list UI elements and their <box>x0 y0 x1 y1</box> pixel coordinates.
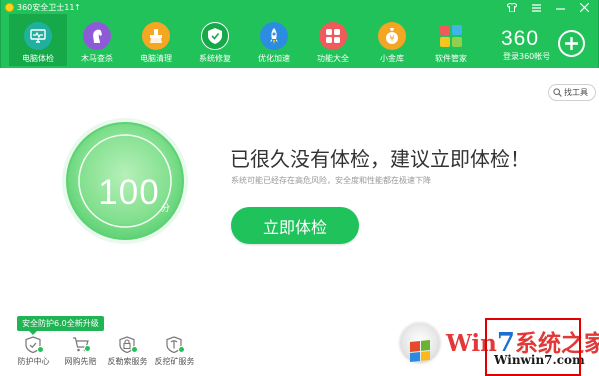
headline: 已很久没有体检，建议立即体检！ <box>230 147 530 171</box>
nav-label: 小金库 <box>380 54 404 63</box>
money-bag-icon: ¥ <box>378 22 406 50</box>
start-checkup-button[interactable]: 立即体检 <box>231 207 359 244</box>
nav-item-cleanup[interactable]: 电脑清理 <box>127 14 185 66</box>
nav-item-trojan-scan[interactable]: 木马查杀 <box>68 14 126 66</box>
status-dot-icon <box>130 346 138 353</box>
windows-logo-icon <box>400 323 440 363</box>
nav-label: 系统修复 <box>199 54 231 63</box>
shield-center-icon <box>24 336 44 354</box>
service-protection-center[interactable]: 防护中心 <box>10 336 57 367</box>
nav-label: 优化加速 <box>258 54 290 63</box>
service-label: 防护中心 <box>17 357 50 366</box>
nav-item-speedup[interactable]: 优化加速 <box>245 14 303 66</box>
find-tools-button[interactable]: 找工具 <box>548 84 596 101</box>
window-controls <box>500 0 596 15</box>
status-dot-icon <box>83 345 91 352</box>
app-logo-icon <box>5 3 14 12</box>
service-label: 网购先赔 <box>64 357 97 366</box>
risk-warning-text: 系统可能已经存在高危风险，安全度和性能都在极速下降 <box>231 176 431 185</box>
anti-ransom-icon <box>118 336 138 354</box>
service-shopping-guarantee[interactable]: 网购先赔 <box>57 336 104 367</box>
nav-item-system-repair[interactable]: 系统修复 <box>186 14 244 66</box>
nav-label: 功能大全 <box>317 54 349 63</box>
grid-icon <box>319 22 347 50</box>
broom-icon <box>142 22 170 50</box>
nav-item-checkup[interactable]: 电脑体检 <box>9 14 67 66</box>
top-header: 360安全卫士11 ↑ 电脑体检 木马查杀 电脑清理 系统修复 优化加速 功能大… <box>0 0 599 68</box>
shopping-guarantee-icon <box>72 336 91 354</box>
status-dot-icon <box>36 346 44 353</box>
nav-item-features[interactable]: 功能大全 <box>304 14 362 66</box>
upgrade-badge[interactable]: 安全防护6.0全新升级 <box>17 316 104 335</box>
service-bar: 防护中心 网购先赔 反勒索服务 反挖矿服务 <box>10 336 198 367</box>
shield-icon <box>201 22 229 50</box>
brand-360-logo: 360 <box>501 27 540 50</box>
service-anti-ransom[interactable]: 反勒索服务 <box>104 336 151 367</box>
close-icon[interactable] <box>572 0 596 15</box>
score-unit: 分 <box>161 204 171 214</box>
status-dot-icon <box>177 346 185 353</box>
app-title: 360安全卫士11 <box>17 3 75 12</box>
login-link[interactable]: 登录360帐号 <box>503 51 550 62</box>
service-anti-mining[interactable]: 反挖矿服务 <box>151 336 198 367</box>
nav-label: 电脑体检 <box>22 54 54 63</box>
nav-label: 木马查杀 <box>81 54 113 63</box>
watermark-highlight-box <box>485 318 581 376</box>
score-value: 100 <box>98 173 160 212</box>
monitor-icon <box>24 22 52 50</box>
svg-text:¥: ¥ <box>389 34 394 43</box>
horse-icon <box>83 22 111 50</box>
rocket-icon <box>260 22 288 50</box>
search-icon <box>553 88 562 97</box>
upgrade-arrow-icon[interactable]: ↑ <box>74 0 81 15</box>
menu-icon[interactable] <box>524 0 548 15</box>
minimize-icon[interactable] <box>548 0 572 15</box>
site-watermark: Win7系统之家 Winwin7.com <box>400 313 599 376</box>
nav-label: 电脑清理 <box>140 54 172 63</box>
service-label: 反挖矿服务 <box>154 357 195 366</box>
nav-item-vault[interactable]: ¥ 小金库 <box>363 14 421 66</box>
service-label: 反勒索服务 <box>107 357 148 366</box>
nav-item-software-manager[interactable]: 软件管家 <box>422 14 480 66</box>
main-nav: 电脑体检 木马查杀 电脑清理 系统修复 优化加速 功能大全 ¥ 小金库 软件管家 <box>9 14 481 66</box>
skin-shirt-icon[interactable] <box>500 0 524 15</box>
add-account-plus-icon[interactable] <box>558 30 585 57</box>
anti-mining-icon <box>165 336 185 354</box>
nav-label: 软件管家 <box>435 54 467 63</box>
apps-icon <box>437 22 465 50</box>
find-tools-label: 找工具 <box>564 88 588 97</box>
titlebar: 360安全卫士11 ↑ <box>1 0 598 15</box>
